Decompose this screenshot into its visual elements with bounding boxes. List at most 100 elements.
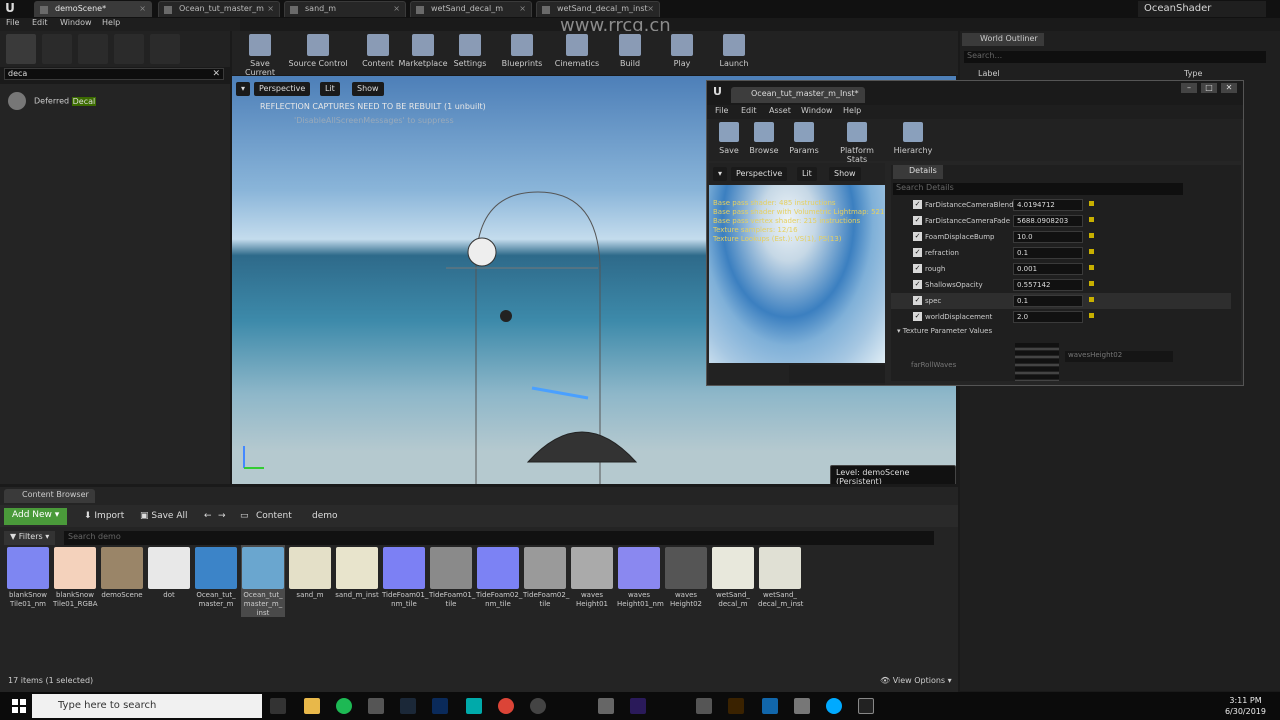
param-value-input[interactable]: 0.1 — [1013, 247, 1083, 259]
asset-tile[interactable]: demoScene — [100, 545, 144, 617]
reset-icon[interactable] — [1089, 313, 1094, 318]
skype-icon[interactable] — [826, 698, 842, 714]
build-button[interactable]: Build — [616, 34, 644, 72]
asset-tile[interactable]: wetSand_ decal_m_inst — [758, 545, 803, 617]
view-options-button[interactable]: 👁 View Options ▾ — [880, 676, 952, 685]
details-tab[interactable]: Details — [893, 165, 943, 179]
reset-icon[interactable] — [1089, 201, 1094, 206]
param-row[interactable]: ✓ refraction 0.1 — [891, 245, 1231, 261]
app-icon[interactable] — [368, 698, 384, 714]
paint-mode-icon[interactable] — [42, 34, 72, 64]
asset-tile[interactable]: Ocean_tut_ master_m — [194, 545, 238, 617]
place-mode-icon[interactable] — [6, 34, 36, 64]
steam-icon[interactable] — [400, 698, 416, 714]
details-search-input[interactable]: Search Details — [893, 183, 1183, 195]
asset-tile[interactable]: wetSand_ decal_m — [711, 545, 755, 617]
minimize-button[interactable]: – — [1181, 83, 1197, 93]
tab-wetsand-decal[interactable]: wetSand_decal_m × — [410, 1, 532, 17]
task-view-icon[interactable] — [270, 698, 286, 714]
clear-icon[interactable]: ✕ — [212, 69, 220, 79]
param-value-input[interactable]: 2.0 — [1013, 311, 1083, 323]
param-value-input[interactable]: 5688.0908203 — [1013, 215, 1083, 227]
param-row[interactable]: ✓ FoamDisplaceBump 10.0 — [891, 229, 1231, 245]
asset-tile[interactable]: Ocean_tut_ master_m_ inst — [241, 545, 285, 617]
checkbox[interactable]: ✓ — [913, 296, 922, 305]
tab-ocean-master[interactable]: Ocean_tut_master_m × — [158, 1, 280, 17]
params-button[interactable]: Params — [789, 122, 819, 155]
asset-tile[interactable]: sand_m_inst — [335, 545, 379, 617]
param-value-input[interactable]: 10.0 — [1013, 231, 1083, 243]
foliage-mode-icon[interactable] — [114, 34, 144, 64]
param-row[interactable]: ✓ rough 0.001 — [891, 261, 1231, 277]
taskbar-search-input[interactable]: Type here to search — [32, 694, 262, 718]
asset-tile[interactable]: TideFoam02_ tile — [523, 545, 569, 617]
cinematics-button[interactable]: Cinematics — [554, 34, 600, 72]
preview-lit-button[interactable]: Lit — [797, 167, 817, 181]
app-icon[interactable] — [598, 698, 614, 714]
app-icon[interactable] — [466, 698, 482, 714]
marketplace-button[interactable]: Marketplace — [398, 34, 448, 72]
photoshop-icon[interactable] — [432, 698, 448, 714]
reset-icon[interactable] — [1089, 249, 1094, 254]
launch-button[interactable]: Launch — [718, 34, 750, 72]
type-column-header[interactable]: Type — [1184, 69, 1202, 78]
play-button[interactable]: Play — [668, 34, 696, 72]
menu-window[interactable]: Window — [60, 18, 92, 27]
reset-icon[interactable] — [1089, 281, 1094, 286]
preview-perspective-button[interactable]: Perspective — [731, 167, 788, 181]
after-effects-icon[interactable] — [630, 698, 646, 714]
menu-edit[interactable]: Edit — [32, 18, 48, 27]
preview-options-button[interactable]: ▾ — [713, 167, 728, 181]
close-button[interactable]: ✕ — [1221, 83, 1237, 93]
app-icon[interactable] — [794, 698, 810, 714]
menu-help[interactable]: Help — [843, 106, 861, 115]
param-value-input[interactable]: 0.557142 — [1013, 279, 1083, 291]
param-value-input[interactable]: 4.0194712 — [1013, 199, 1083, 211]
geometry-mode-icon[interactable] — [150, 34, 180, 64]
file-explorer-icon[interactable] — [304, 698, 320, 714]
preview-shape-buttons[interactable] — [789, 365, 885, 383]
texture-select[interactable]: wavesHeight02 — [1065, 351, 1173, 362]
checkbox[interactable]: ✓ — [913, 232, 922, 241]
settings-button[interactable]: Settings — [452, 34, 488, 72]
asset-tile[interactable]: waves Height02 — [664, 545, 708, 617]
chrome-icon[interactable] — [498, 698, 514, 714]
illustrator-icon[interactable] — [728, 698, 744, 714]
outliner-search-input[interactable]: Search... — [964, 51, 1266, 63]
checkbox[interactable]: ✓ — [913, 248, 922, 257]
asset-tile[interactable]: dot — [147, 545, 191, 617]
asset-tile[interactable]: blankSnow Tile01_RGBA — [53, 545, 98, 617]
param-row[interactable]: ✓ FarDistanceCameraBlend 4.0194712 — [891, 197, 1231, 213]
platform-stats-button[interactable]: Platform Stats — [829, 122, 885, 164]
reset-icon[interactable] — [1089, 233, 1094, 238]
asset-tile[interactable]: sand_m — [288, 545, 332, 617]
content-button[interactable]: Content — [358, 34, 398, 72]
place-search-input[interactable]: deca ✕ — [4, 68, 224, 80]
unreal-taskbar-icon[interactable] — [858, 698, 874, 714]
menu-window[interactable]: Window — [801, 106, 833, 115]
save-button[interactable]: Save — [715, 122, 743, 155]
param-row[interactable]: ✓ spec 0.1 — [891, 293, 1231, 309]
asset-tile[interactable]: TideFoam01_ tile — [429, 545, 475, 617]
maximize-button[interactable]: □ — [1201, 83, 1217, 93]
param-value-input[interactable]: 0.1 — [1013, 295, 1083, 307]
checkbox[interactable]: ✓ — [913, 280, 922, 289]
clock[interactable]: 3:11 PM 6/30/2019 — [1225, 695, 1266, 717]
param-row[interactable]: ✓ FarDistanceCameraFade 5688.0908203 — [891, 213, 1231, 229]
asset-tile[interactable]: waves Height01 — [570, 545, 614, 617]
spotify-icon[interactable] — [336, 698, 352, 714]
hierarchy-button[interactable]: Hierarchy — [893, 122, 933, 155]
outliner-tab[interactable]: World Outliner — [962, 33, 1044, 46]
source-control-button[interactable]: Source Control — [288, 34, 348, 72]
checkbox[interactable]: ✓ — [913, 200, 922, 209]
reset-icon[interactable] — [1089, 265, 1094, 270]
material-preview-viewport[interactable]: ▾ Perspective Lit Show Base pass shader:… — [709, 163, 885, 385]
menu-file[interactable]: File — [6, 18, 19, 27]
menu-edit[interactable]: Edit — [741, 106, 757, 115]
asset-tile[interactable]: TideFoam02_ nm_tile — [476, 545, 522, 617]
menu-asset[interactable]: Asset — [769, 106, 791, 115]
blueprints-button[interactable]: Blueprints — [500, 34, 544, 72]
param-value-input[interactable]: 0.001 — [1013, 263, 1083, 275]
texture-thumbnail[interactable] — [1015, 343, 1059, 381]
menu-help[interactable]: Help — [102, 18, 120, 27]
